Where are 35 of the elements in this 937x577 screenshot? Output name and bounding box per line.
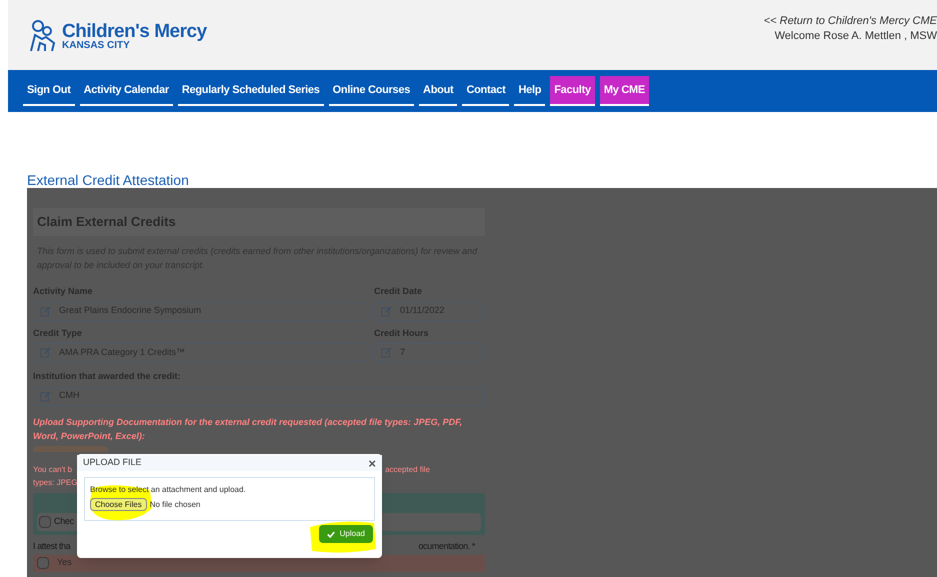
logo-name: Children's Mercy <box>62 22 207 40</box>
edit-icon <box>381 347 392 358</box>
nav-link[interactable]: Help <box>514 76 546 106</box>
welcome-text: Welcome Rose A. Mettlen , MSW <box>774 29 937 44</box>
nav-link[interactable]: My CME <box>600 76 649 106</box>
nav-link[interactable]: About <box>419 76 458 106</box>
nav-link[interactable]: Activity Calendar <box>80 76 173 106</box>
nav-link[interactable]: Contact <box>462 76 510 106</box>
attest-text: I attest tha <box>33 540 70 552</box>
warning-text: accepted file <box>385 464 430 476</box>
warning-text: You can't b <box>33 464 72 476</box>
return-link[interactable]: << Return to Children's Mercy CME <box>764 14 937 29</box>
logo-subtitle: KANSAS CITY <box>62 40 131 50</box>
checkbox-label: Chec <box>54 514 74 528</box>
nav-link[interactable]: Regularly Scheduled Series <box>178 76 324 106</box>
edit-icon <box>381 306 392 316</box>
nav-link[interactable]: Faculty <box>550 76 595 106</box>
upload-button[interactable]: Upload <box>318 525 373 543</box>
check-icon <box>326 530 335 538</box>
nav-link[interactable]: Sign Out <box>23 76 75 106</box>
edit-icon <box>40 390 51 402</box>
warning-text: types: JPEG <box>33 476 78 488</box>
nav-link[interactable]: Online Courses <box>328 76 414 106</box>
checkbox-label: Yes <box>57 556 72 570</box>
logo-icon <box>28 19 58 53</box>
choose-files-button[interactable]: Choose Files <box>90 498 147 511</box>
checkbox[interactable] <box>39 516 51 528</box>
edit-icon <box>40 306 51 316</box>
page-title: External Credit Attestation <box>27 172 190 188</box>
edit-icon <box>40 347 51 358</box>
attest-text: ocumentation. * <box>418 540 475 552</box>
dialog-title: UPLOAD FILE <box>83 456 142 470</box>
close-button[interactable]: × <box>368 456 376 470</box>
upload-note: Upload Supporting Documentation for the external credit requested (accepted file types: JPEG, PDF, Word, PowerPoint, Excel): <box>33 416 464 442</box>
checkbox[interactable] <box>37 557 49 569</box>
